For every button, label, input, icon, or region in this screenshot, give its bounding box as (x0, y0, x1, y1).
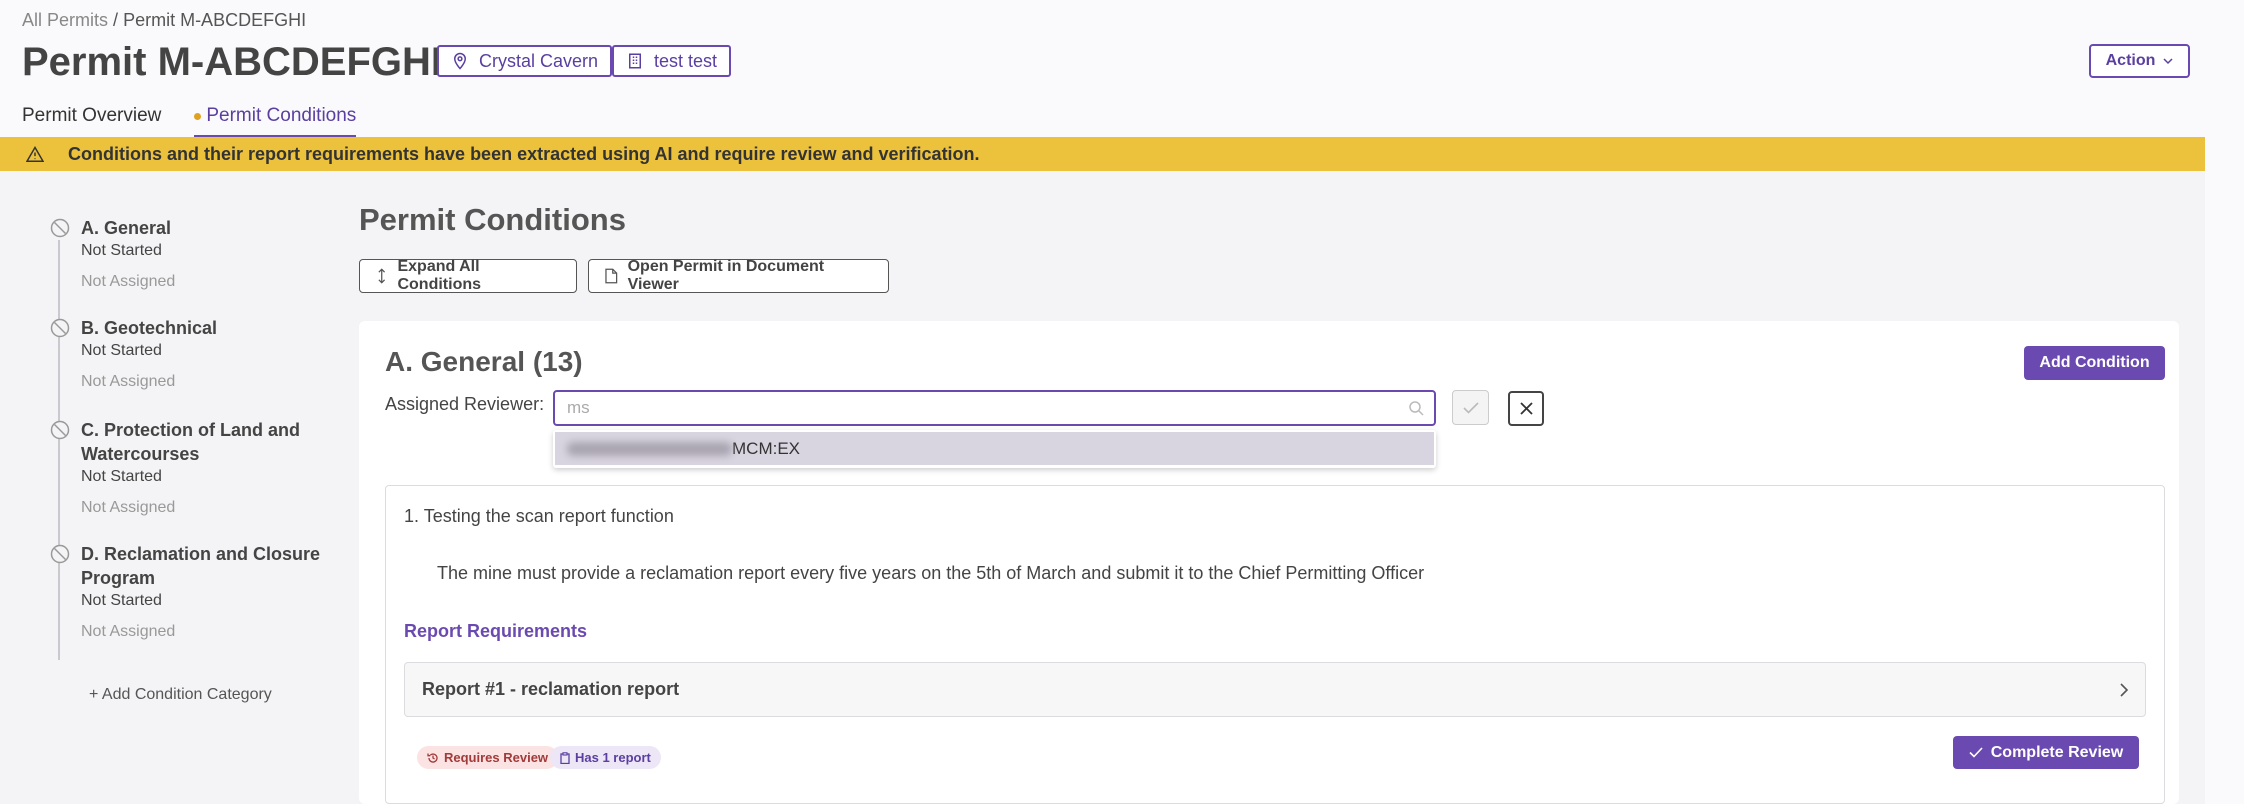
chevron-right-icon (2120, 682, 2129, 697)
sidebar-item-general[interactable]: A. General Not Started Not Assigned (50, 216, 330, 291)
action-button[interactable]: Action (2089, 44, 2190, 78)
action-button-label: Action (2105, 52, 2156, 69)
sidebar-item-name: B. Geotechnical (81, 318, 218, 338)
complete-review-button[interactable]: Complete Review (1953, 736, 2139, 769)
search-icon (1409, 401, 1424, 416)
reviewer-option[interactable]: MCM:EX (555, 432, 1434, 465)
add-condition-button[interactable]: Add Condition (2024, 346, 2165, 380)
report-count-badge: Has 1 report (550, 746, 661, 769)
chevron-down-icon (2163, 58, 2173, 65)
sidebar-item-assignee: Not Assigned (81, 373, 176, 390)
ai-warning-banner: Conditions and their report requirements… (0, 137, 2205, 171)
redacted-name (567, 441, 732, 456)
requires-review-badge: Requires Review (417, 746, 559, 769)
sidebar-item-assignee: Not Assigned (81, 273, 176, 290)
reviewer-search-input[interactable] (553, 390, 1436, 426)
breadcrumb-all-permits-link[interactable]: All Permits (22, 10, 108, 30)
expand-icon (378, 268, 386, 284)
sidebar-item-status: Not Started (81, 592, 162, 609)
reviewer-dropdown: MCM:EX (553, 430, 1436, 468)
breadcrumb: All Permits / Permit M-ABCDEFGHI (22, 10, 306, 31)
not-started-icon (50, 318, 70, 338)
requires-review-badge-label: Requires Review (444, 750, 549, 765)
warning-icon (26, 146, 44, 162)
breadcrumb-current: Permit M-ABCDEFGHI (123, 10, 307, 30)
report-requirements-heading: Report Requirements (404, 621, 588, 641)
tab-permit-overview[interactable]: Permit Overview (22, 105, 161, 138)
location-tag-label: Crystal Cavern (479, 50, 599, 71)
map-pin-icon (453, 52, 467, 70)
location-tag: Crystal Cavern (437, 45, 613, 77)
add-condition-category-link[interactable]: + Add Condition Category (89, 686, 272, 704)
sidebar-item-status: Not Started (81, 242, 162, 259)
category-title: A. General (13) (385, 346, 583, 377)
document-icon (605, 268, 618, 284)
sidebar-item-assignee: Not Assigned (81, 499, 176, 516)
entity-tag-label: test test (654, 50, 718, 71)
condition-text: The mine must provide a reclamation repo… (437, 563, 1425, 583)
tab-permit-conditions[interactable]: Permit Conditions (194, 105, 357, 138)
permit-conditions-heading: Permit Conditions (359, 202, 626, 237)
report-requirement-row[interactable]: Report #1 - reclamation report (404, 662, 2146, 717)
building-icon (629, 53, 641, 69)
not-started-icon (50, 218, 70, 238)
sidebar-item-name: C. Protection of Land and Watercourses (81, 420, 300, 464)
open-document-viewer-label: Open Permit in Document Viewer (627, 258, 825, 293)
sidebar-item-name: D. Reclamation and Closure Program (81, 544, 321, 588)
history-icon (427, 752, 438, 763)
confirm-reviewer-button[interactable] (1452, 390, 1489, 425)
entity-tag: test test (612, 45, 732, 77)
sidebar-item-protection[interactable]: C. Protection of Land and Watercourses N… (50, 418, 335, 517)
banner-text: Conditions and their report requirements… (68, 143, 980, 164)
assigned-reviewer-label: Assigned Reviewer: (385, 394, 545, 414)
complete-review-label: Complete Review (1990, 743, 2124, 761)
sidebar-item-assignee: Not Assigned (81, 623, 176, 640)
not-started-icon (50, 544, 70, 564)
clipboard-icon (560, 751, 570, 764)
sidebar-item-name: A. General (81, 218, 172, 238)
sidebar-item-status: Not Started (81, 468, 162, 485)
check-icon (1969, 747, 1983, 758)
breadcrumb-separator: / (113, 10, 119, 30)
report-count-badge-label: Has 1 report (575, 750, 651, 765)
expand-all-button[interactable]: Expand All Conditions (359, 258, 577, 293)
sidebar-item-geotechnical[interactable]: B. Geotechnical Not Started Not Assigned (50, 316, 330, 391)
tab-bar: Permit Overview Permit Conditions (22, 105, 357, 138)
sidebar-item-reclamation[interactable]: D. Reclamation and Closure Program Not S… (50, 542, 335, 641)
expand-all-label: Expand All Conditions (397, 258, 482, 293)
page-title: Permit M-ABCDEFGHI (22, 40, 443, 84)
report-requirement-label: Report #1 - reclamation report (422, 679, 680, 699)
open-document-viewer-button[interactable]: Open Permit in Document Viewer (588, 258, 889, 293)
reviewer-option-suffix: MCM:EX (732, 438, 800, 458)
sidebar-item-status: Not Started (81, 342, 162, 359)
cancel-reviewer-button[interactable] (1508, 391, 1544, 426)
condition-title: 1. Testing the scan report function (404, 506, 674, 526)
close-icon (1519, 402, 1533, 415)
check-icon (1462, 401, 1479, 414)
not-started-icon (50, 420, 70, 440)
